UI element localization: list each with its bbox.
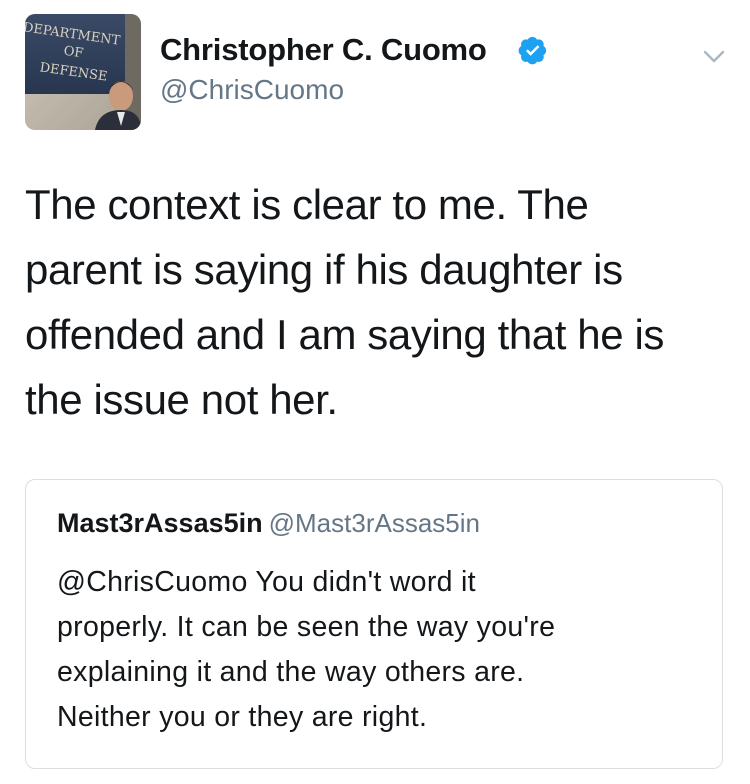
quoted-display-name: Mast3rAssas5in [57,508,263,538]
quoted-tweet-text: @ChrisCuomo You didn't word it properly.… [57,566,556,733]
svg-text:OF: OF [63,44,85,62]
avatar[interactable]: DEPARTMENT OF DEFENSE [25,14,141,130]
quoted-username: @Mast3rAssas5in [268,508,480,538]
chevron-down-icon[interactable] [700,42,728,70]
tweet-text: The context is clear to me. The parent i… [25,181,665,423]
display-name[interactable]: Christopher C. Cuomo [160,32,487,68]
avatar-image: DEPARTMENT OF DEFENSE [25,14,141,130]
tweet: DEPARTMENT OF DEFENSE Christopher C. Cuo… [0,0,750,784]
quoted-tweet[interactable]: Mast3rAssas5in @Mast3rAssas5in @ChrisCuom… [25,479,723,769]
verified-badge-icon [518,36,547,65]
username[interactable]: @ChrisCuomo [160,74,344,106]
quoted-tweet-header: Mast3rAssas5in @Mast3rAssas5in [57,508,480,539]
